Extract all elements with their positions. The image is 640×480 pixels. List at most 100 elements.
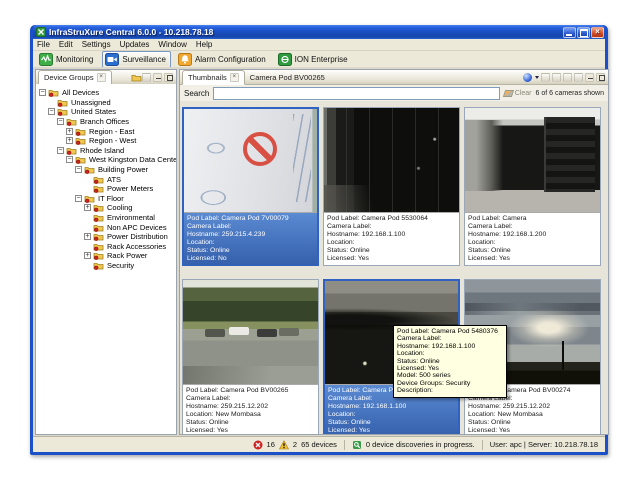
- list-view-icon[interactable]: [563, 73, 572, 82]
- tree-item-label: Non APC Devices: [107, 223, 167, 232]
- collapse-icon[interactable]: −: [57, 118, 64, 125]
- device-groups-tab[interactable]: Device Groups ×: [38, 70, 112, 85]
- menu-file[interactable]: File: [37, 40, 50, 49]
- close-icon[interactable]: ×: [591, 27, 604, 38]
- search-input[interactable]: [213, 87, 499, 100]
- filter-icon[interactable]: [142, 73, 151, 82]
- collapse-icon[interactable]: −: [39, 89, 46, 96]
- ion-enterprise-button[interactable]: ION Enterprise: [275, 51, 353, 68]
- camera-caption: Pod Label: Camera Pod 7V00079Camera Labe…: [184, 213, 317, 265]
- menu-window[interactable]: Window: [158, 40, 186, 49]
- expand-icon[interactable]: +: [66, 128, 73, 135]
- tree-item-security[interactable]: Security: [36, 261, 176, 271]
- expand-icon[interactable]: +: [84, 233, 91, 240]
- tree-item-power-distribution[interactable]: +Power Distribution: [36, 232, 176, 242]
- alarm-configuration-button[interactable]: Alarm Configuration: [175, 51, 271, 68]
- tree-item-cooling[interactable]: +Cooling: [36, 203, 176, 213]
- tree-item-west-kingston-data-center[interactable]: −West Kingston Data Center: [36, 155, 176, 165]
- tree-item-united-states[interactable]: − United States: [36, 107, 176, 117]
- tree-item-label: All Devices: [62, 88, 99, 97]
- menu-updates[interactable]: Updates: [120, 40, 150, 49]
- tree-item-rack-power[interactable]: +Rack Power: [36, 251, 176, 261]
- maximize-view-icon[interactable]: [164, 73, 173, 82]
- ion-enterprise-label: ION Enterprise: [295, 55, 348, 64]
- camera-card[interactable]: Pod Label: Camera Pod 7V00079Camera Labe…: [182, 107, 319, 266]
- camera-card[interactable]: Pod Label: Camera Pod BV00265Camera Labe…: [182, 279, 319, 435]
- maximize-view-icon[interactable]: [596, 73, 605, 82]
- tree-item-label: United States: [71, 107, 116, 116]
- caption-camera-label: Camera Label:: [468, 223, 597, 231]
- surveillance-header: Thumbnails × Camera Pod BV00265: [180, 70, 608, 85]
- divider: [344, 440, 345, 450]
- caption-status: Status: Online: [468, 247, 597, 255]
- caption-status: Status: Online: [468, 419, 597, 427]
- caption-location: Location:: [187, 239, 314, 247]
- tab-camera-pod[interactable]: Camera Pod BV00265: [245, 71, 330, 84]
- minimize-view-icon[interactable]: [153, 73, 162, 82]
- tree-item-all-devices[interactable]: − All Devices: [36, 88, 176, 98]
- tree-item-region-east[interactable]: +Region - East: [36, 126, 176, 136]
- camera-thumbnail-parking-lot[interactable]: [183, 280, 318, 385]
- camera-thumbnail-whiteboard[interactable]: [184, 109, 317, 213]
- caption-location: Location:: [328, 411, 455, 419]
- collapse-icon[interactable]: −: [75, 166, 82, 173]
- tree-item-power-meters[interactable]: Power Meters: [36, 184, 176, 194]
- tree-item-rack-accessories[interactable]: Rack Accessories: [36, 242, 176, 252]
- close-tab-icon[interactable]: ×: [230, 73, 239, 82]
- caption-hostname: Hostname: 259.215.12.202: [468, 403, 597, 411]
- collapse-icon[interactable]: −: [48, 108, 55, 115]
- camera-view-menu-icon[interactable]: [523, 73, 532, 82]
- menu-settings[interactable]: Settings: [82, 40, 111, 49]
- caption-camera-label: Camera Label:: [327, 223, 456, 231]
- tooltip-camera-label: Camera Label:: [397, 335, 503, 342]
- warning-icon[interactable]: [279, 440, 289, 450]
- caption-licensed: Licensed: Yes: [468, 427, 597, 435]
- collapse-icon[interactable]: −: [75, 195, 82, 202]
- tree-item-environmental[interactable]: Environmental: [36, 213, 176, 223]
- tree-item-unassigned[interactable]: Unassigned: [36, 98, 176, 108]
- tile-view-icon[interactable]: [552, 73, 561, 82]
- menu-edit[interactable]: Edit: [59, 40, 73, 49]
- collapse-icon[interactable]: −: [66, 156, 73, 163]
- tree-item-ats[interactable]: ATS: [36, 174, 176, 184]
- monitoring-icon: [39, 53, 53, 66]
- menu-help[interactable]: Help: [196, 40, 212, 49]
- expand-icon[interactable]: +: [84, 204, 91, 211]
- new-group-icon[interactable]: [131, 73, 140, 82]
- window-title: InfraStruXure Central 6.0.0 - 10.218.78.…: [49, 27, 562, 37]
- tree-item-branch-offices[interactable]: −Branch Offices: [36, 117, 176, 127]
- tab-thumbnails-label: Thumbnails: [188, 73, 227, 82]
- camera-card[interactable]: Pod Label: CameraCamera Label:Hostname: …: [464, 107, 601, 266]
- tree-item-region-west[interactable]: + Region - West: [36, 136, 176, 146]
- tree-item-rhode-island[interactable]: −Rhode Island: [36, 146, 176, 156]
- error-icon[interactable]: [253, 440, 263, 450]
- tree-item-building-power[interactable]: −Building Power: [36, 165, 176, 175]
- tree-item-label: Power Meters: [107, 184, 153, 193]
- expand-icon[interactable]: +: [66, 137, 73, 144]
- refresh-icon[interactable]: [541, 73, 550, 82]
- close-tab-icon[interactable]: ×: [97, 73, 106, 82]
- tree-item-label: Region - West: [89, 136, 136, 145]
- tree-item-it-floor[interactable]: −IT Floor: [36, 194, 176, 204]
- collapse-icon[interactable]: −: [57, 147, 64, 154]
- camera-thumbnail-server-room[interactable]: [465, 108, 600, 213]
- tooltip-hostname: Hostname: 192.168.1.100: [397, 343, 503, 350]
- camera-card[interactable]: Pod Label: Camera Pod 5530064Camera Labe…: [323, 107, 460, 266]
- clear-search-button[interactable]: Clear: [504, 90, 532, 97]
- monitoring-button[interactable]: Monitoring: [36, 51, 98, 68]
- tree-item-non-apc-devices[interactable]: Non APC Devices: [36, 222, 176, 232]
- save-image-icon[interactable]: [574, 73, 583, 82]
- camera-count-summary: 6 of 6 cameras shown: [536, 90, 604, 97]
- tab-thumbnails[interactable]: Thumbnails ×: [182, 70, 245, 85]
- caption-camera-label: Camera Label:: [187, 223, 314, 231]
- minimize-view-icon[interactable]: [585, 73, 594, 82]
- maximize-icon[interactable]: [577, 27, 590, 38]
- expand-icon[interactable]: +: [84, 252, 91, 259]
- camera-thumbnail-server-racks-dark[interactable]: [324, 108, 459, 213]
- minimize-icon[interactable]: [563, 27, 576, 38]
- device-groups-tab-label: Device Groups: [44, 73, 94, 82]
- folder-alarm-icon: [57, 98, 68, 107]
- chevron-down-icon[interactable]: [535, 76, 539, 79]
- title-bar[interactable]: InfraStruXure Central 6.0.0 - 10.218.78.…: [33, 25, 605, 39]
- surveillance-button[interactable]: Surveillance: [102, 51, 171, 68]
